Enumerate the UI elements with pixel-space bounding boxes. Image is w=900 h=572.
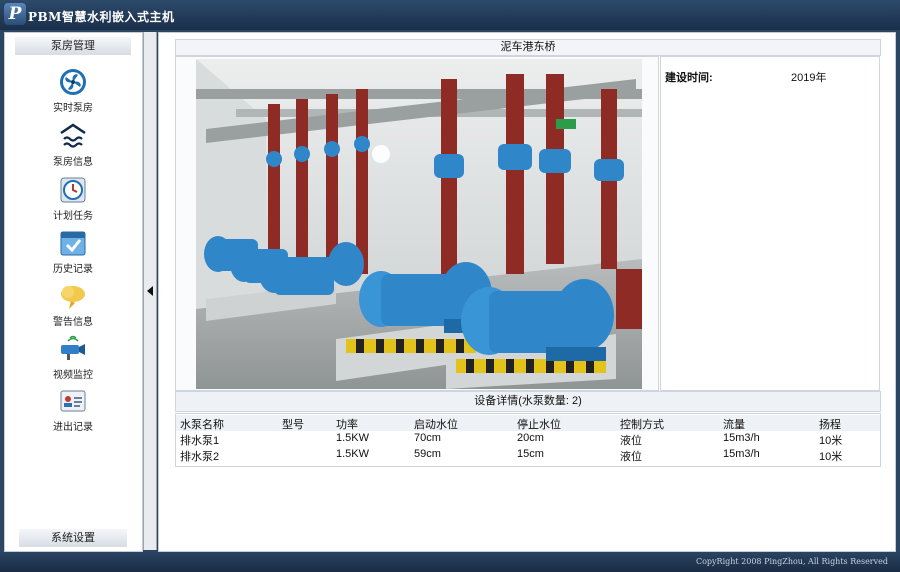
table-cell: 液位 — [620, 451, 642, 463]
nav-label: 视频监控 — [53, 370, 93, 381]
camera-icon — [61, 335, 85, 360]
table-cell: 10米 — [819, 435, 843, 447]
table-cell: 15cm — [517, 448, 544, 460]
column-header: 控制方式 — [620, 419, 664, 431]
table-cell: 1.5KW — [336, 448, 370, 460]
nav-item-access-log[interactable]: 进出记录 — [35, 386, 111, 434]
column-header: 停止水位 — [517, 419, 561, 431]
table-row[interactable]: 排水泵2 1.5KW 59cm 15cm 液位 15m3/h 10米 — [176, 447, 880, 463]
checklist-icon — [60, 231, 86, 256]
sidebar-header: 泵房管理 — [15, 37, 131, 55]
column-header: 扬程 — [819, 419, 841, 431]
table-cell: 59cm — [414, 448, 441, 460]
system-settings-button[interactable]: 系统设置 — [19, 529, 127, 547]
footer-bar: CopyRight 2008 PingZhou, All Rights Rese… — [0, 552, 900, 572]
nav-item-video-monitor[interactable]: 视频监控 — [35, 334, 111, 382]
column-header: 启动水位 — [414, 419, 458, 431]
chevron-left-icon — [147, 286, 153, 296]
sidebar: 泵房管理 实时泵房 泵房信息 计划任务 历史记录 警告信息 视频监控 进出记录 … — [4, 32, 143, 552]
column-header: 流量 — [723, 419, 745, 431]
sidebar-collapse-toggle[interactable] — [143, 32, 157, 550]
pump-table: 水泵名称 型号 功率 启动水位 停止水位 控制方式 流量 扬程 排水泵1 1.5… — [175, 413, 881, 467]
station-info: 建设时间: 2019年 — [660, 56, 880, 391]
nav-item-pump-info[interactable]: 泵房信息 — [35, 121, 111, 169]
nav-label: 进出记录 — [53, 422, 93, 433]
nav-label: 实时泵房 — [53, 103, 93, 114]
warning-cloud-icon — [61, 286, 85, 309]
photo-frame — [175, 56, 659, 391]
table-cell: 排水泵2 — [180, 451, 220, 463]
heat-waves-icon — [60, 123, 86, 148]
nav-label: 历史记录 — [53, 264, 93, 275]
table-cell: 70cm — [414, 432, 441, 444]
column-header: 功率 — [336, 419, 358, 431]
pump-room-photo — [196, 59, 642, 389]
main-panel: 泥车港东桥 建设时间: 2019年 设备详情(水泵数量: 2) 水泵名称 型号 … — [158, 32, 896, 552]
table-cell: 15m3/h — [723, 432, 760, 444]
table-cell: 15m3/h — [723, 448, 760, 460]
nav-item-alerts[interactable]: 警告信息 — [35, 281, 111, 329]
nav-item-scheduled-tasks[interactable]: 计划任务 — [35, 175, 111, 223]
nav-item-history[interactable]: 历史记录 — [35, 228, 111, 276]
nav-label: 泵房信息 — [53, 157, 93, 168]
pump-fan-icon — [60, 69, 86, 95]
nav-label: 警告信息 — [53, 317, 93, 328]
nav-label: 计划任务 — [53, 211, 93, 222]
app-logo: P — [4, 3, 26, 25]
copyright-text: CopyRight 2008 PingZhou, All Rights Rese… — [695, 557, 888, 566]
table-cell: 20cm — [517, 432, 544, 444]
nav-item-realtime-pump[interactable]: 实时泵房 — [35, 67, 111, 115]
id-card-icon — [60, 390, 86, 412]
build-time-value: 2019年 — [791, 72, 827, 84]
column-header: 水泵名称 — [180, 419, 224, 431]
table-cell: 排水泵1 — [180, 435, 220, 447]
column-header: 型号 — [282, 419, 304, 431]
station-name: 泥车港东桥 — [175, 39, 881, 56]
table-cell: 10米 — [819, 451, 843, 463]
build-time-label: 建设时间: — [665, 72, 713, 84]
app-title: PBM智慧水利嵌入式主机 — [28, 10, 175, 24]
title-bar: P PBM智慧水利嵌入式主机 — [0, 0, 900, 30]
clock-icon — [60, 177, 86, 203]
table-cell: 1.5KW — [336, 432, 370, 444]
equipment-details-title: 设备详情(水泵数量: 2) — [175, 391, 881, 412]
table-header-row: 水泵名称 型号 功率 启动水位 停止水位 控制方式 流量 扬程 — [176, 415, 880, 431]
table-row[interactable]: 排水泵1 1.5KW 70cm 20cm 液位 15m3/h 10米 — [176, 431, 880, 447]
table-cell: 液位 — [620, 435, 642, 447]
